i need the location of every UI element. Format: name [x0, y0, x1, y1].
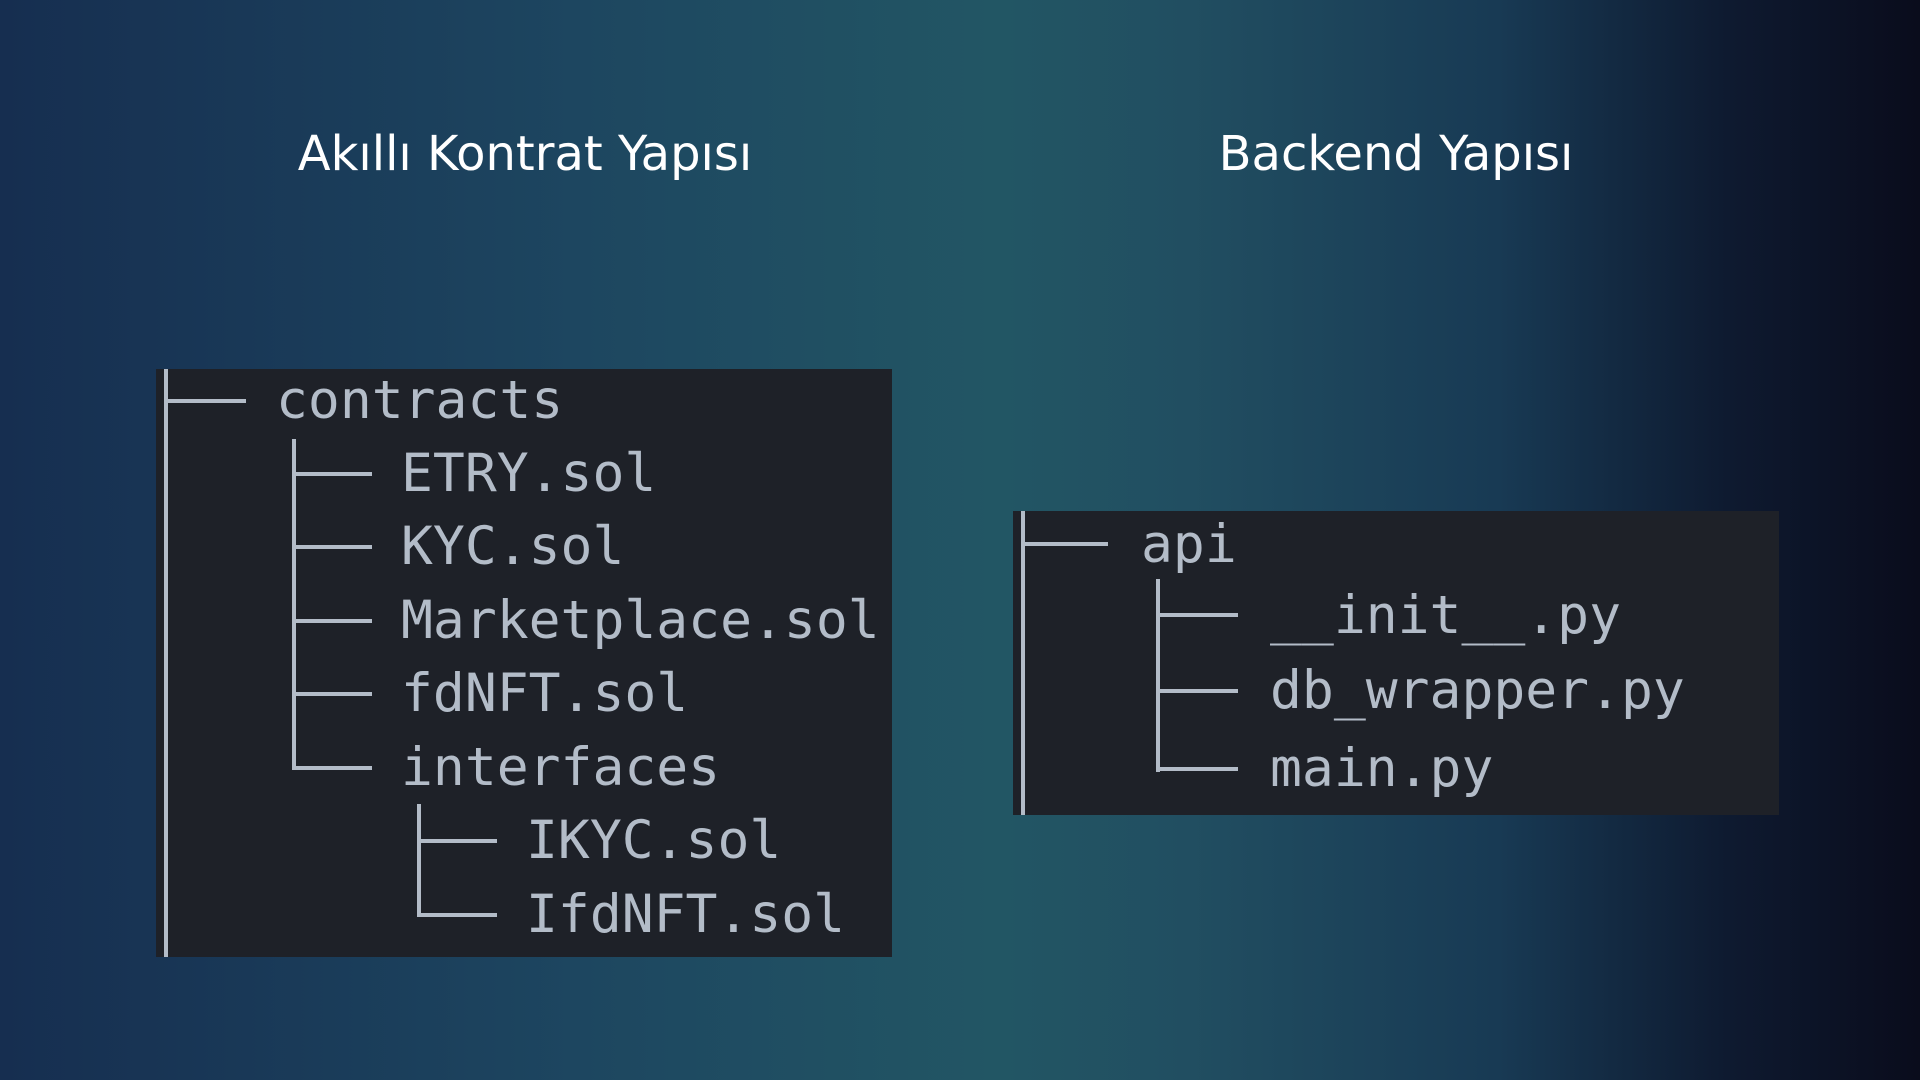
file-main: main.py [1270, 738, 1494, 799]
file-ifdnft: IfdNFT.sol [526, 884, 846, 945]
folder-contracts: contracts [276, 370, 564, 431]
contracts-tree-panel: contracts ETRY.sol KYC.sol Marketplace.s… [156, 369, 892, 957]
folder-api: api [1141, 514, 1237, 575]
file-ikyc: IKYC.sol [526, 810, 782, 871]
file-fdnft: fdNFT.sol [401, 663, 689, 724]
file-db-wrapper: db_wrapper.py [1270, 660, 1685, 721]
folder-interfaces: interfaces [401, 737, 721, 798]
smart-contract-structure-title: Akıllı Kontrat Yapısı [297, 126, 753, 182]
backend-tree-panel: api __init__.py db_wrapper.py main.py [1013, 511, 1779, 815]
file-etry: ETRY.sol [401, 443, 657, 504]
backend-structure-title: Backend Yapısı [1218, 126, 1574, 182]
file-init: __init__.py [1270, 585, 1621, 646]
file-marketplace: Marketplace.sol [401, 590, 880, 651]
file-kyc: KYC.sol [401, 516, 625, 577]
